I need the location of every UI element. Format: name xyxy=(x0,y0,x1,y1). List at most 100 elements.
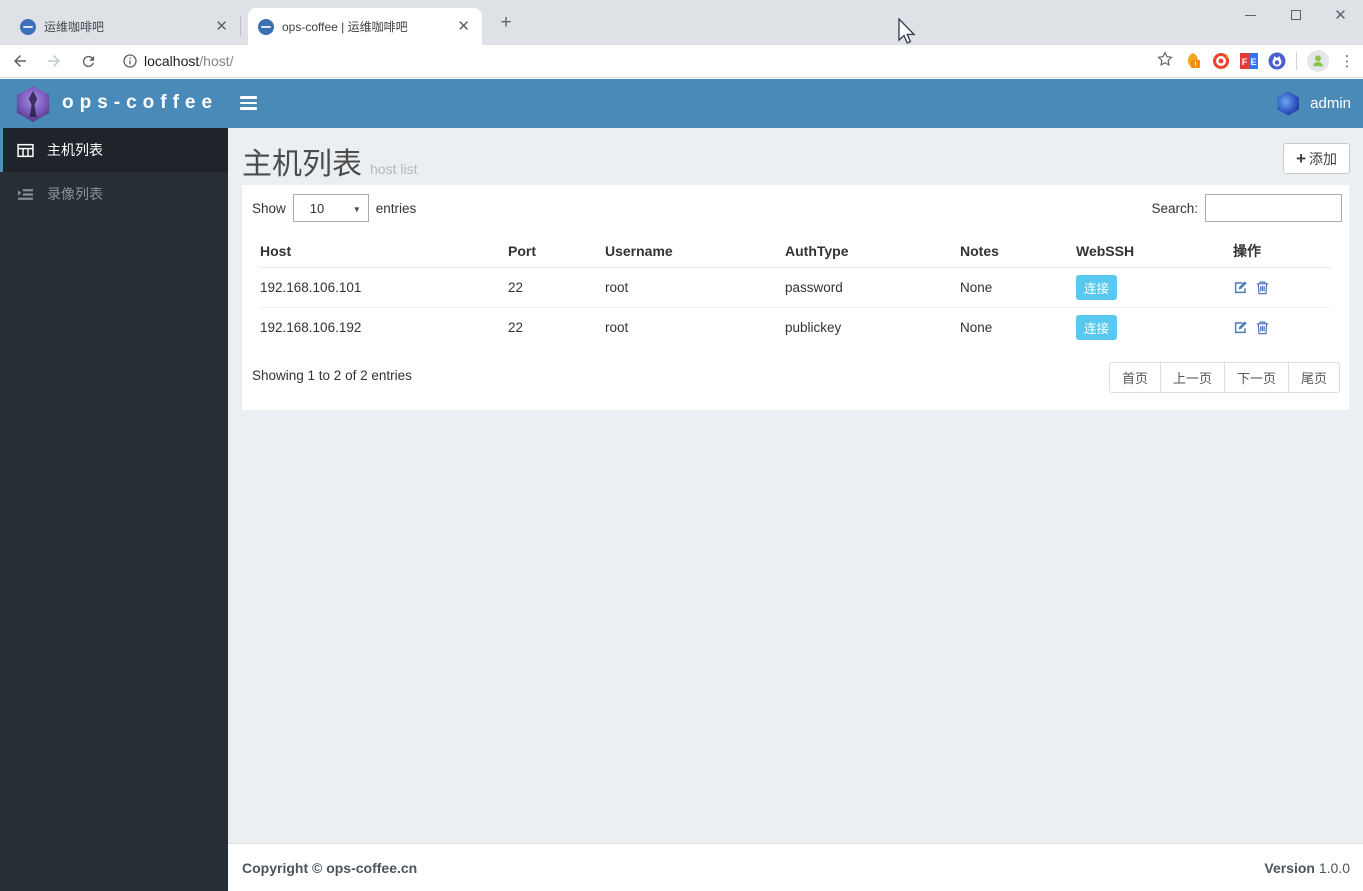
search-label: Search: xyxy=(1151,200,1198,216)
back-icon[interactable] xyxy=(6,47,34,75)
sidebar-item-host-list[interactable]: 主机列表 xyxy=(0,128,228,172)
window-controls: ✕ xyxy=(1228,0,1363,30)
url-text: localhost/host/ xyxy=(144,53,234,69)
main-content: 主机列表 host list + 添加 Show 10 ▼ entries Sea… xyxy=(228,128,1363,891)
extension-fe-icon[interactable]: F E xyxy=(1240,52,1258,70)
edit-icon[interactable] xyxy=(1233,280,1248,295)
tab-close-icon[interactable]: ✕ xyxy=(453,17,474,36)
search-input[interactable] xyxy=(1205,194,1342,222)
cell-notes: None xyxy=(960,319,993,335)
app-header: ops-coffee admin xyxy=(0,79,1363,128)
url-host: localhost xyxy=(144,53,200,69)
tab-close-icon[interactable]: ✕ xyxy=(211,17,232,36)
sidebar-item-recording-list[interactable]: 录像列表 xyxy=(0,172,228,216)
svg-text:F: F xyxy=(1242,57,1248,67)
browser-menu-icon[interactable]: ⋮ xyxy=(1339,54,1355,69)
brand-name[interactable]: ops-coffee xyxy=(62,92,218,114)
tab-title: ops-coffee | 运维咖啡吧 xyxy=(282,20,408,34)
browser-toolbar: localhost/host/ ! F E ⋮ xyxy=(0,45,1363,78)
page-size-select[interactable]: 10 ▼ xyxy=(292,194,369,222)
window-minimize-button[interactable] xyxy=(1228,0,1273,30)
copyright-text: Copyright © ops-coffee.cn xyxy=(242,860,418,876)
window-close-button[interactable]: ✕ xyxy=(1318,0,1363,30)
extension-weibo-icon[interactable] xyxy=(1212,52,1230,70)
table-grid-icon xyxy=(17,142,34,159)
cell-port: 22 xyxy=(508,319,524,335)
cell-username: root xyxy=(605,267,785,308)
row-actions xyxy=(1233,280,1331,295)
column-header-authtype[interactable]: AuthType xyxy=(785,235,960,268)
svg-text:!: ! xyxy=(1194,62,1196,69)
toolbar-separator xyxy=(1296,52,1297,70)
plus-icon: + xyxy=(1296,149,1306,168)
address-bar[interactable]: localhost/host/ xyxy=(110,47,1146,75)
forward-icon[interactable] xyxy=(40,47,68,75)
new-tab-button[interactable]: + xyxy=(494,12,518,36)
svg-text:E: E xyxy=(1250,57,1256,67)
page-subtitle: host list xyxy=(370,161,418,177)
pagination-first-button[interactable]: 首页 xyxy=(1108,362,1161,393)
page-length-control: Show 10 ▼ entries xyxy=(252,194,416,222)
pagination: 首页 上一页 下一页 尾页 xyxy=(1108,362,1340,393)
extension-warning-icon[interactable]: ! xyxy=(1184,52,1202,70)
column-header-notes[interactable]: Notes xyxy=(960,235,1076,268)
footer: Copyright © ops-coffee.cn Version 1.0.0 xyxy=(228,843,1363,891)
column-header-username[interactable]: Username xyxy=(605,235,785,268)
pagination-prev-button[interactable]: 上一页 xyxy=(1159,362,1225,393)
page-title: 主机列表 host list xyxy=(242,148,418,181)
cell-host: 192.168.106.192 xyxy=(260,319,362,335)
show-label: Show xyxy=(252,200,286,216)
sidebar-item-label: 主机列表 xyxy=(47,142,103,158)
tab-title: 运维咖啡吧 xyxy=(44,20,105,34)
column-header-port[interactable]: Port xyxy=(508,235,605,268)
pagination-last-button[interactable]: 尾页 xyxy=(1287,362,1340,393)
edit-icon[interactable] xyxy=(1233,320,1248,335)
pagination-next-button[interactable]: 下一页 xyxy=(1223,362,1289,393)
cell-notes: None xyxy=(960,267,1076,308)
app-logo-icon[interactable] xyxy=(16,86,50,122)
user-name: admin xyxy=(1310,95,1351,112)
user-avatar xyxy=(1277,91,1299,116)
add-host-button[interactable]: + 添加 xyxy=(1283,143,1350,174)
sidebar: 主机列表 录像列表 xyxy=(0,128,228,891)
version-text: Version 1.0.0 xyxy=(1264,860,1350,876)
row-actions xyxy=(1233,320,1331,335)
column-header-actions[interactable]: 操作 xyxy=(1233,235,1331,268)
cell-port: 22 xyxy=(508,267,605,308)
chevron-down-icon: ▼ xyxy=(352,205,361,214)
extension-cat-icon[interactable] xyxy=(1268,52,1286,70)
tab-favicon-icon xyxy=(20,18,36,35)
column-header-host[interactable]: Host xyxy=(260,235,508,268)
webssh-connect-button[interactable]: 连接 xyxy=(1076,314,1118,340)
url-path: /host/ xyxy=(199,53,234,69)
cell-authtype: password xyxy=(785,267,960,308)
profile-avatar[interactable] xyxy=(1307,50,1329,72)
search-control: Search: xyxy=(1151,194,1342,222)
reload-icon[interactable] xyxy=(74,47,102,75)
column-header-webssh[interactable]: WebSSH xyxy=(1076,235,1233,268)
cell-authtype: publickey xyxy=(785,319,842,335)
header-user[interactable]: admin xyxy=(1276,79,1351,128)
tab-favicon-icon xyxy=(258,18,274,35)
table-header-row: Host Port Username AuthType Notes WebSSH… xyxy=(260,235,1331,268)
window-maximize-button[interactable] xyxy=(1273,0,1318,30)
webssh-connect-button[interactable]: 连接 xyxy=(1076,274,1118,300)
page-info-icon[interactable] xyxy=(116,47,144,75)
browser-window: 运维咖啡吧 ✕ ops-coffee | 运维咖啡吧 ✕ + ✕ localho… xyxy=(0,0,1363,891)
delete-icon[interactable] xyxy=(1255,280,1270,295)
table-row: 192.168.106.192 22 root publickey None 连… xyxy=(260,307,1331,347)
table-row: 192.168.106.101 22 root password None 连接 xyxy=(260,267,1331,308)
cell-host: 192.168.106.101 xyxy=(260,267,508,308)
sidebar-toggle-icon[interactable] xyxy=(240,96,257,113)
list-icon xyxy=(17,186,34,203)
tab-inactive[interactable]: 运维咖啡吧 ✕ xyxy=(10,8,240,45)
host-table-card: Show 10 ▼ entries Search: Host Port User… xyxy=(242,185,1349,410)
host-table: Host Port Username AuthType Notes WebSSH… xyxy=(260,235,1331,347)
delete-icon[interactable] xyxy=(1255,320,1270,335)
sidebar-item-label: 录像列表 xyxy=(47,186,103,202)
tab-active[interactable]: ops-coffee | 运维咖啡吧 ✕ xyxy=(248,8,482,45)
table-info: Showing 1 to 2 of 2 entries xyxy=(252,368,412,383)
entries-label: entries xyxy=(375,200,417,216)
tab-strip: 运维咖啡吧 ✕ ops-coffee | 运维咖啡吧 ✕ + ✕ xyxy=(0,0,1363,45)
bookmark-star-icon[interactable] xyxy=(1156,50,1174,73)
